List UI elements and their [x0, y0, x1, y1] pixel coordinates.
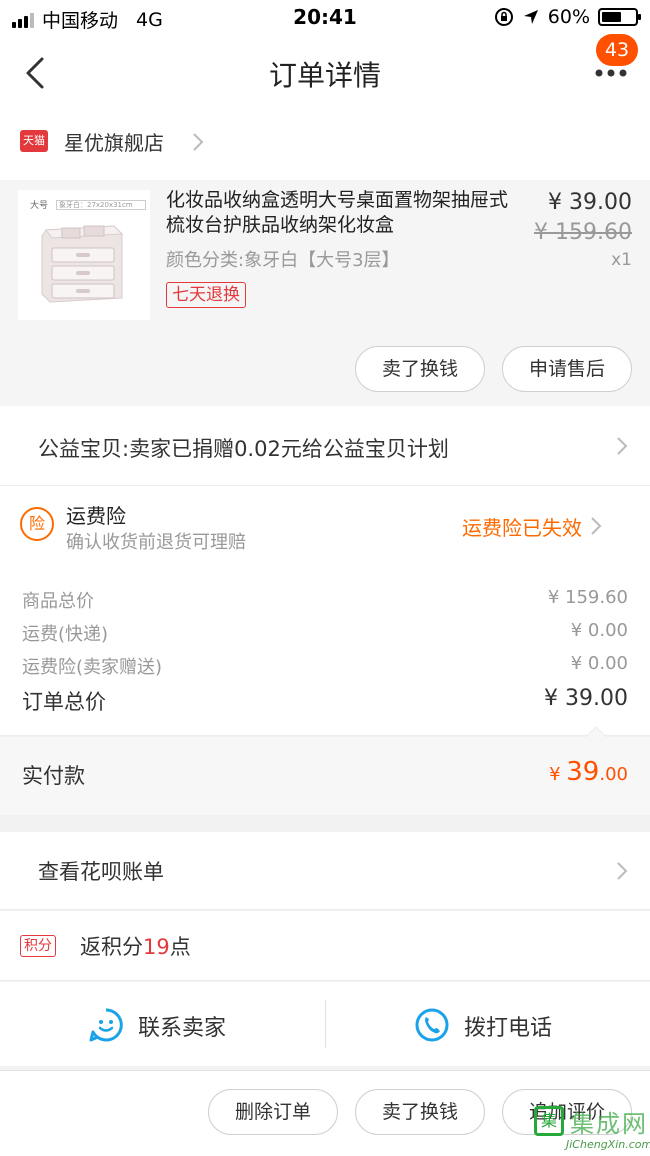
- product-sku: 颜色分类:象牙白【大号3层】: [166, 250, 400, 271]
- points-badge: 积分: [20, 935, 56, 957]
- summary-label: 运费险(卖家赠送): [22, 657, 163, 678]
- summary-row-goods: 商品总价 ¥ 159.60: [22, 587, 628, 617]
- chat-face-icon: [89, 1008, 123, 1042]
- huabei-bill-row[interactable]: 查看花呗账单: [0, 832, 650, 910]
- shop-row[interactable]: 天猫 星优旗舰店: [0, 110, 650, 180]
- actual-payment-label: 实付款: [22, 764, 85, 788]
- battery-level: [602, 12, 622, 22]
- phone-icon: [415, 1008, 449, 1042]
- sell-for-cash-button[interactable]: 卖了换钱: [355, 346, 485, 392]
- summary-row-total: 订单总价 ¥ 39.00: [22, 686, 628, 716]
- summary-label: 商品总价: [22, 591, 94, 612]
- more-dots-icon[interactable]: [594, 66, 628, 80]
- location-arrow-icon: [523, 10, 538, 24]
- points-prefix: 返积分: [80, 935, 143, 959]
- insurance-title: 运费险: [66, 504, 126, 528]
- drawer-organizer-image: [41, 225, 124, 303]
- points-text: 返积分19点: [80, 931, 191, 961]
- order-total-label: 订单总价: [22, 690, 106, 714]
- service-tag: 七天退换: [166, 282, 246, 308]
- delete-order-button[interactable]: 删除订单: [208, 1089, 338, 1135]
- call-phone-button[interactable]: 拨打电话: [325, 982, 650, 1066]
- summary-value: ¥ 159.60: [547, 587, 628, 608]
- contact-seller-button[interactable]: 联系卖家: [0, 982, 325, 1066]
- battery-icon: [598, 8, 641, 26]
- caret-up-icon: [586, 726, 606, 737]
- summary-label: 运费(快递): [22, 624, 109, 645]
- points-row: 积分 返积分19点: [0, 911, 650, 981]
- product-quantity: x1: [611, 250, 632, 270]
- chevron-right-icon: [617, 437, 628, 455]
- charity-text: 公益宝贝:卖家已捐赠0.02元给公益宝贝计划: [38, 437, 449, 461]
- watermark-url: JiChengXin.com: [566, 1138, 650, 1151]
- summary-value: ¥ 0.00: [570, 653, 628, 674]
- order-total-value: ¥ 39.00: [544, 686, 628, 711]
- charity-row[interactable]: 公益宝贝:卖家已捐赠0.02元给公益宝贝计划: [0, 406, 650, 486]
- chevron-right-icon: [617, 862, 628, 880]
- contact-bar: 联系卖家 拨打电话: [0, 982, 650, 1066]
- payment-integer: 39: [566, 757, 600, 787]
- chevron-right-icon: [591, 517, 602, 535]
- product-price: ¥ 39.00: [548, 190, 632, 215]
- product-original-price: ¥ 159.60: [534, 220, 632, 245]
- shop-name[interactable]: 星优旗舰店: [64, 127, 164, 156]
- summary-row-insurance: 运费险(卖家赠送) ¥ 0.00: [22, 653, 628, 683]
- watermark-logo-icon: 集: [534, 1106, 564, 1136]
- points-number: 19: [143, 935, 170, 959]
- chevron-right-icon: [193, 133, 204, 151]
- actual-payment-amount: ¥ 39.00: [549, 757, 628, 787]
- nav-bar: 订单详情 43: [0, 34, 650, 110]
- page-title: 订单详情: [268, 59, 381, 92]
- watermark-text: 集成网: [570, 1110, 648, 1138]
- payment-currency: ¥: [549, 764, 567, 785]
- tmall-logo: 天猫: [20, 130, 48, 152]
- insurance-status: 运费险已失效: [462, 516, 582, 540]
- summary-value: ¥ 0.00: [570, 620, 628, 641]
- price-summary: 商品总价 ¥ 159.60 运费(快递) ¥ 0.00 运费险(卖家赠送) ¥ …: [0, 568, 650, 737]
- payment-decimal: .00: [599, 764, 628, 785]
- call-phone-label: 拨打电话: [464, 1016, 553, 1041]
- product-thumbnail[interactable]: 大号 象牙白：27x20x31cm: [18, 190, 150, 320]
- insurance-subtitle: 确认收货前退货可理赔: [66, 532, 246, 553]
- actual-payment-row: 实付款 ¥ 39.00: [0, 737, 650, 815]
- status-right: 60%: [494, 6, 641, 28]
- insurance-icon: 险: [20, 507, 54, 541]
- product-item[interactable]: 大号 象牙白：27x20x31cm 化妆品收纳盒透明大号桌面置物架抽屉式梳妆台护…: [0, 180, 650, 406]
- message-count-badge[interactable]: 43: [596, 34, 638, 66]
- contact-seller-label: 联系卖家: [138, 1016, 227, 1041]
- points-suffix: 点: [169, 935, 191, 959]
- summary-row-shipping: 运费(快递) ¥ 0.00: [22, 620, 628, 650]
- sell-for-cash-button[interactable]: 卖了换钱: [355, 1089, 485, 1135]
- status-bar: 中国移动 4G 20:41 60%: [0, 0, 650, 36]
- battery-percent: 60%: [547, 6, 590, 28]
- product-title[interactable]: 化妆品收纳盒透明大号桌面置物架抽屉式梳妆台护肤品收纳架化妆盒: [166, 188, 516, 238]
- apply-after-sale-button[interactable]: 申请售后: [502, 346, 632, 392]
- huabei-bill-text: 查看花呗账单: [38, 860, 164, 884]
- orientation-lock-icon: [494, 8, 513, 26]
- shipping-insurance-row[interactable]: 险 运费险 确认收货前退货可理赔 运费险已失效: [0, 486, 650, 568]
- site-watermark: 集 集成网 JiChengXin.com: [530, 1100, 650, 1156]
